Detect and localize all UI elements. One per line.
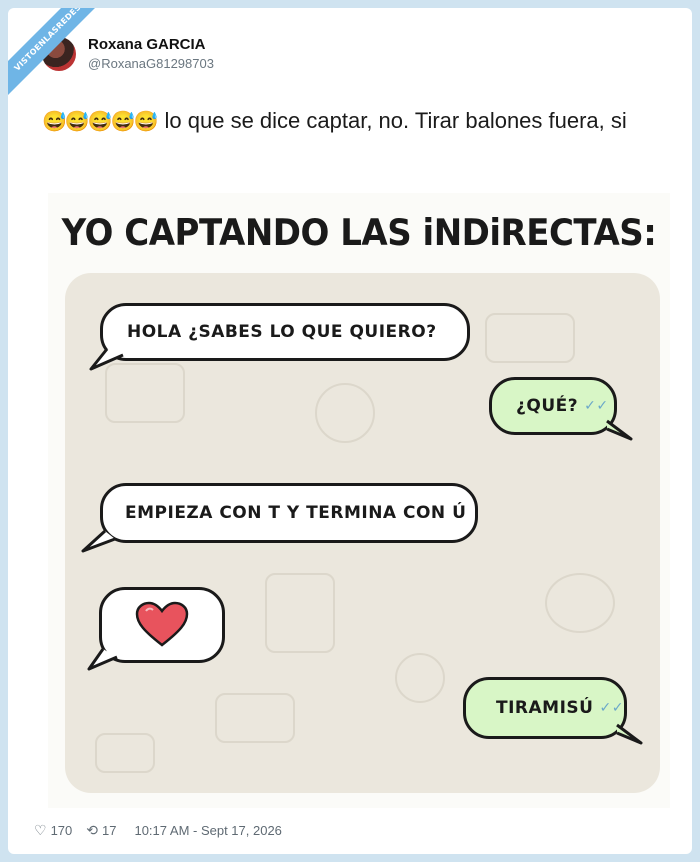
chat-bubble-incoming: EMPIEZA CON T Y TERMINA CON Ú: [100, 483, 478, 543]
doodle-shape: [545, 573, 615, 633]
tweet-card: VISTOENLASREDES Roxana GARCIA @RoxanaG81…: [8, 8, 692, 854]
doodle-shape: [485, 313, 575, 363]
watermark-ribbon: VISTOENLASREDES: [8, 8, 98, 98]
message-text: TIRAMISÚ: [496, 698, 594, 718]
doodle-shape: [265, 573, 335, 653]
like-count: 170: [50, 823, 73, 838]
bubble-tail: [89, 348, 124, 371]
bubble-tail: [87, 648, 118, 671]
chat-bubble-outgoing: TIRAMISÚ ✓✓: [463, 677, 627, 739]
double-check-icon: ✓✓: [584, 398, 609, 414]
double-check-icon: ✓✓: [599, 700, 624, 716]
tweet-timestamp[interactable]: 10:17 AM - Sept 17, 2026: [134, 823, 281, 838]
bubble-tail: [616, 723, 643, 745]
retweet-icon[interactable]: ⟲: [86, 822, 98, 839]
doodle-shape: [215, 693, 295, 743]
message-text: HOLA ¿SABES LO QUE QUIERO?: [127, 322, 437, 342]
meme-title: YO CAPTANDO LAS iNDiRECTAS:: [61, 211, 657, 255]
tweet-body: lo que se dice captar, no. Tirar balones…: [164, 108, 627, 133]
heart-icon: [135, 601, 189, 647]
author-handle[interactable]: @RoxanaG81298703: [88, 56, 214, 71]
bubble-tail: [81, 529, 116, 553]
message-text: ¿QUÉ?: [516, 396, 579, 416]
tweet-footer: ♡ 170 ⟲ 17 10:17 AM - Sept 17, 2026: [34, 822, 282, 839]
sweat-smile-emoji-icon: 😅😅😅😅😅: [42, 111, 159, 133]
chat-bubble-outgoing: ¿QUÉ? ✓✓: [489, 377, 617, 435]
doodle-shape: [315, 383, 375, 443]
message-text: EMPIEZA CON T Y TERMINA CON Ú: [125, 503, 467, 523]
meme-image[interactable]: YO CAPTANDO LAS iNDiRECTAS: HOLA ¿SABES …: [48, 193, 670, 808]
tweet-text: 😅😅😅😅😅 lo que se dice captar, no. Tirar ba…: [42, 104, 682, 139]
watermark-text: VISTOENLASREDES: [8, 8, 98, 98]
author-display-name[interactable]: Roxana GARCIA: [88, 36, 214, 53]
chat-bubble-incoming: HOLA ¿SABES LO QUE QUIERO?: [100, 303, 470, 361]
chat-background: HOLA ¿SABES LO QUE QUIERO? ¿QUÉ? ✓✓ EMPI…: [65, 273, 660, 793]
heart-outline-icon[interactable]: ♡: [34, 822, 47, 839]
bubble-tail: [606, 419, 633, 441]
retweet-count: 17: [102, 823, 117, 838]
doodle-shape: [395, 653, 445, 703]
doodle-shape: [95, 733, 155, 773]
